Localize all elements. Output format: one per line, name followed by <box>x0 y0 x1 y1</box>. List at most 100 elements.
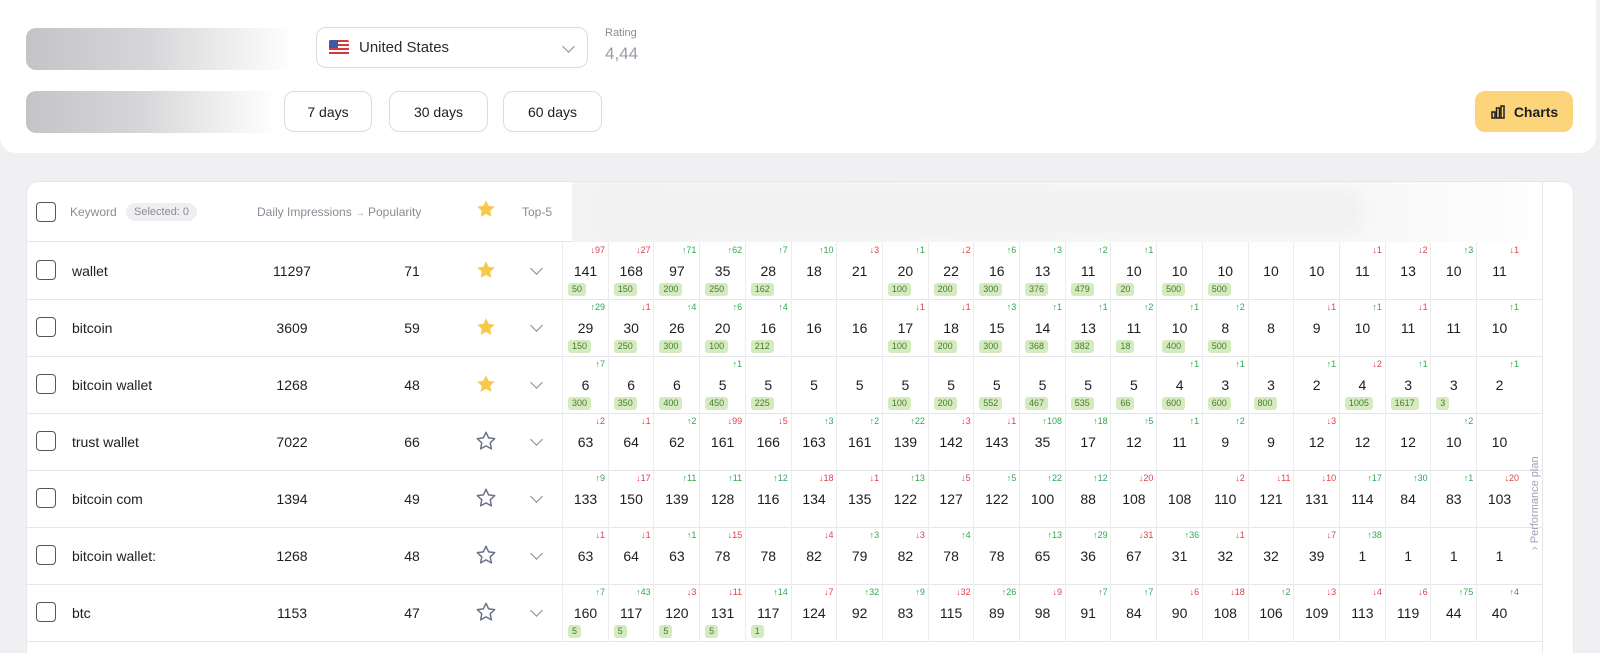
row-checkbox[interactable] <box>36 317 56 337</box>
rank-change: ↑26 <box>1001 587 1017 597</box>
rank-position: 82 <box>897 548 914 564</box>
keyword-header[interactable]: Keyword <box>70 205 117 219</box>
expand-chevron-icon[interactable] <box>530 547 543 560</box>
country-select[interactable]: United States <box>316 27 588 68</box>
expand-chevron-icon[interactable] <box>530 604 543 617</box>
rank-cell: ↓2 22 200 <box>927 242 974 300</box>
performance-plan-label[interactable]: › Performance plan <box>1529 456 1541 550</box>
rank-cell: 5 552 <box>973 356 1019 414</box>
expand-chevron-icon[interactable] <box>530 262 543 275</box>
rank-cell: ↑75 44 <box>1430 584 1476 642</box>
rank-change: ↑2 <box>686 416 697 426</box>
row-checkbox[interactable] <box>36 488 56 508</box>
rank-cell: ↑6 16 300 <box>973 242 1019 300</box>
impressions-header[interactable]: Daily Impressions → <box>257 205 365 219</box>
table-row[interactable]: bitcoin wallet 1268 48 ↑7 6 300 6 350 6 400 ↑1 5 450… <box>27 356 1573 414</box>
rank-position: 32 <box>1263 548 1279 564</box>
table-row[interactable]: btc 1153 47 ↑7 160 5 ↑43 117 5 ↓3 120 5 ↓11 131 5 ↑14 11… <box>27 584 1573 642</box>
rank-position: 127 <box>939 491 963 507</box>
star-filled-icon[interactable] <box>475 259 497 281</box>
popularity-header[interactable]: Popularity <box>368 205 421 219</box>
rank-cell: ↓18 134 <box>790 470 837 528</box>
rank-position: 65 <box>1034 548 1051 564</box>
performance-plan-strip[interactable] <box>1542 182 1573 653</box>
rank-change: ↓11 <box>1276 473 1291 483</box>
rank-cell: ↑5 12 <box>1110 413 1156 471</box>
rank-position: 5 <box>1038 377 1047 393</box>
expand-chevron-icon[interactable] <box>530 376 543 389</box>
rank-change: ↓97 <box>590 245 605 255</box>
rank-cell: ↓6 119 <box>1384 584 1431 642</box>
rank-cell: ↑22 139 <box>881 413 928 471</box>
rank-cell: ↑36 31 <box>1156 527 1202 585</box>
rank-cell: 32 <box>1247 527 1294 585</box>
rank-change: ↑2 <box>1235 416 1245 426</box>
rank-change: ↑75 <box>1458 587 1474 597</box>
rank-change: ↑30 <box>1413 473 1428 483</box>
installs-badge: 100 <box>887 340 911 353</box>
installs-badge: 300 <box>659 340 683 353</box>
rank-position: 11 <box>1172 434 1187 450</box>
star-filled-icon[interactable] <box>475 198 497 220</box>
installs-badge: 150 <box>568 340 592 353</box>
rank-change: ↑71 <box>681 245 697 255</box>
rank-position: 10 <box>1171 320 1188 336</box>
rank-cell: ↑1 63 <box>653 527 699 585</box>
row-checkbox[interactable] <box>36 374 56 394</box>
star-outline-icon[interactable] <box>475 487 497 509</box>
rank-cell: ↑2 11 18 <box>1110 299 1156 357</box>
charts-button[interactable]: Charts <box>1475 91 1573 132</box>
rank-cell: 5 200 <box>927 356 974 414</box>
rank-cell: 6 350 <box>607 356 654 414</box>
rank-change: ↑11 <box>728 473 743 483</box>
rank-position: 36 <box>1080 548 1096 564</box>
star-filled-icon[interactable] <box>475 316 497 338</box>
rank-change: ↓9 <box>1052 587 1062 597</box>
row-checkbox[interactable] <box>36 260 56 280</box>
expand-chevron-icon[interactable] <box>530 319 543 332</box>
period-30-days-button[interactable]: 30 days <box>389 91 488 132</box>
rank-position: 63 <box>577 548 594 564</box>
rank-cell: 78 <box>744 527 791 585</box>
rank-change: ↑4 <box>1509 587 1519 597</box>
rank-cell: 3 800 <box>1247 356 1294 414</box>
top5-header[interactable]: Top-5 <box>522 205 552 219</box>
rank-position: 6 <box>672 377 681 393</box>
period-60-days-button[interactable]: 60 days <box>503 91 602 132</box>
select-all-checkbox[interactable] <box>36 202 56 222</box>
rank-change: ↑9 <box>915 587 925 597</box>
redacted-app-selector[interactable] <box>26 28 294 70</box>
table-row[interactable]: bitcoin wallet: 1268 48 ↓1 63 ↓1 64 ↑1 63 ↓15 78 78… <box>27 527 1573 585</box>
star-outline-icon[interactable] <box>475 544 497 566</box>
star-filled-icon[interactable] <box>475 373 497 395</box>
rank-change: ↑7 <box>1098 587 1108 597</box>
expand-chevron-icon[interactable] <box>530 490 543 503</box>
rank-change: ↓1 <box>1006 416 1017 426</box>
rank-cell: ↑38 1 <box>1338 527 1385 585</box>
rank-position: 122 <box>893 491 918 507</box>
star-outline-icon[interactable] <box>475 430 497 452</box>
expand-chevron-icon[interactable] <box>530 433 543 446</box>
rank-position: 13 <box>1400 263 1416 279</box>
rank-cell: 10 500 <box>1156 242 1202 300</box>
rank-position: 10 <box>1491 434 1508 450</box>
rank-position: 88 <box>1080 491 1096 507</box>
table-row[interactable]: bitcoin com 1394 49 ↑9 133 ↓17 150 ↑11 139 ↑11 128… <box>27 470 1573 528</box>
table-row[interactable]: bitcoin 3609 59 ↑29 29 150 ↓1 30 250 ↑4 26 300 ↑6 20 1… <box>27 299 1573 357</box>
rank-cell: ↑3 15 300 <box>973 299 1019 357</box>
row-checkbox[interactable] <box>36 545 56 565</box>
rank-change: ↓1 <box>1372 245 1382 255</box>
rank-position: 3 <box>1449 377 1458 393</box>
row-checkbox[interactable] <box>36 602 56 622</box>
rank-change: ↓99 <box>727 416 743 426</box>
table-row[interactable]: wallet 11297 71 ↓97 141 50 ↓27 168 150 ↑71 97 200 ↑6… <box>27 242 1573 300</box>
period-7-days-button[interactable]: 7 days <box>284 91 372 132</box>
rank-cell: ↑2 62 <box>653 413 699 471</box>
star-outline-icon[interactable] <box>475 601 497 623</box>
row-checkbox[interactable] <box>36 431 56 451</box>
rank-cell: 10 <box>1476 413 1522 471</box>
redacted-date-selector[interactable] <box>26 91 276 133</box>
table-row[interactable]: trust wallet 7022 66 ↓2 63 ↓1 64 ↑2 62 ↓99 161 ↓5 16… <box>27 413 1573 471</box>
rank-position: 143 <box>985 434 1009 450</box>
rank-position: 5 <box>947 377 955 393</box>
